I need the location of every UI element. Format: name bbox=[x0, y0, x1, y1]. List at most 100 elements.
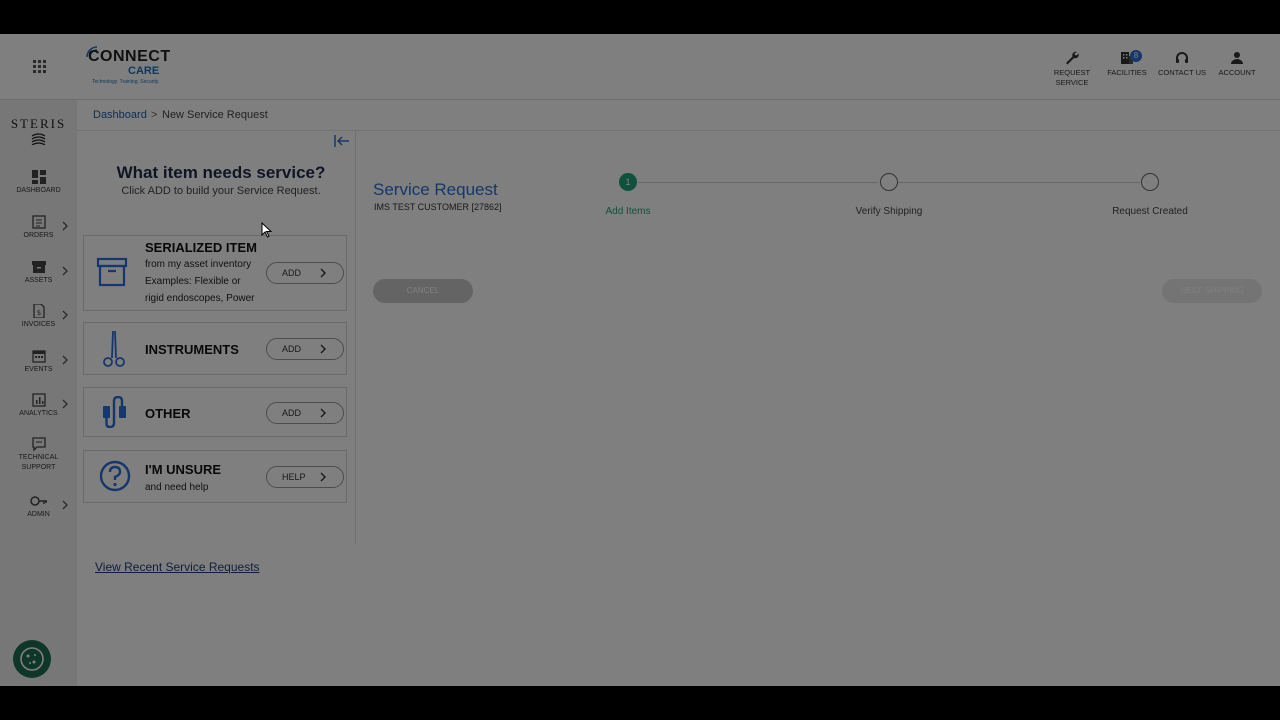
sidebar-item-label: EVENTS bbox=[24, 366, 53, 373]
wrench-icon bbox=[1066, 51, 1079, 65]
breadcrumb-current: New Service Request bbox=[162, 109, 268, 121]
apps-grid-icon[interactable] bbox=[33, 60, 47, 74]
sidebar-item-label: DASHBOARD bbox=[16, 187, 61, 194]
im-unsure-card[interactable]: I'M UNSURE and need help HELP bbox=[83, 450, 347, 503]
card-subtitle: and need help bbox=[145, 482, 209, 493]
person-icon bbox=[1231, 52, 1243, 64]
step-2-label: Verify Shipping bbox=[855, 206, 923, 217]
stepper-line bbox=[898, 182, 1140, 183]
add-other-button[interactable]: ADD bbox=[266, 402, 344, 424]
card-title: INSTRUMENTS bbox=[145, 342, 239, 357]
chevron-right-icon[interactable] bbox=[62, 266, 68, 276]
breadcrumb-dashboard-link[interactable]: Dashboard bbox=[93, 109, 147, 121]
card-title: OTHER bbox=[145, 406, 191, 421]
chevron-right-icon[interactable] bbox=[62, 310, 68, 320]
chevron-right-icon[interactable] bbox=[62, 500, 68, 510]
card-desc-line2: Examples: Flexible or bbox=[145, 276, 241, 287]
button-label: HELP bbox=[282, 472, 306, 482]
chevron-right-icon bbox=[320, 344, 326, 354]
sidebar-item-label: ADMIN bbox=[27, 511, 50, 518]
svg-text:$: $ bbox=[36, 309, 40, 317]
add-instruments-button[interactable]: ADD bbox=[266, 338, 344, 360]
header-account[interactable]: ACCOUNT bbox=[1212, 34, 1262, 99]
sidebar-item-label: INVOICES bbox=[21, 321, 56, 328]
chevron-right-icon bbox=[320, 268, 326, 278]
sidebar-item-analytics[interactable]: ANALYTICS bbox=[0, 393, 77, 419]
chevron-right-icon[interactable] bbox=[62, 399, 68, 409]
header-account-label: ACCOUNT bbox=[1218, 68, 1256, 77]
sidebar-item-label: TECHNICAL SUPPORT bbox=[18, 454, 59, 471]
collapse-panel-icon[interactable] bbox=[334, 134, 350, 148]
sidebar-item-events[interactable]: EVENTS bbox=[0, 349, 77, 375]
help-button[interactable]: HELP bbox=[266, 466, 344, 488]
sidebar-item-label: ANALYTICS bbox=[19, 410, 58, 417]
step-1-indicator: 1 bbox=[619, 173, 637, 191]
card-title: I'M UNSURE bbox=[145, 462, 222, 477]
top-header: CONNECT CARE Technology. Training. Secur… bbox=[0, 34, 1280, 100]
invoice-icon: $ bbox=[32, 304, 45, 318]
instruments-card[interactable]: INSTRUMENTS ADD bbox=[83, 322, 347, 375]
chevron-right-icon bbox=[320, 408, 326, 418]
sidebar-item-label: ORDERS bbox=[23, 232, 54, 239]
connect-care-logo[interactable]: CONNECT CARE Technology. Training. Secur… bbox=[86, 46, 176, 86]
item-selection-panel: What item needs service? Click ADD to bu… bbox=[77, 130, 356, 574]
sidebar-item-orders[interactable]: ORDERS bbox=[0, 215, 77, 241]
sidebar-item-label: ASSETS bbox=[24, 277, 53, 284]
sidebar-item-assets[interactable]: ASSETS bbox=[0, 260, 77, 286]
sidebar-item-admin[interactable]: ADMIN bbox=[0, 494, 77, 520]
orders-icon bbox=[31, 215, 46, 229]
logo-tagline: Technology. Training. Security. bbox=[92, 79, 160, 85]
chart-icon bbox=[31, 393, 46, 407]
card-desc-line1: from my asset inventory bbox=[145, 259, 252, 270]
question-icon bbox=[99, 460, 131, 492]
breadcrumb-separator: > bbox=[151, 109, 158, 121]
dashboard-icon bbox=[31, 170, 46, 184]
header-contact-us-label: CONTACT US bbox=[1157, 68, 1207, 77]
facilities-count-badge: 8 bbox=[1130, 50, 1142, 62]
card-desc-line3: rigid endoscopes, Power bbox=[145, 293, 255, 304]
view-recent-service-requests-link[interactable]: View Recent Service Requests bbox=[95, 560, 260, 574]
key-icon bbox=[29, 496, 47, 506]
cancel-button[interactable]: CANCEL bbox=[373, 279, 473, 303]
logo-text-care: CARE bbox=[128, 65, 160, 77]
chevron-right-icon[interactable] bbox=[62, 355, 68, 365]
scissors-icon bbox=[103, 330, 125, 367]
step-3-label: Request Created bbox=[1112, 206, 1188, 217]
sidebar: STERIS DASHBOARD ORDERS ASSETS $ INVOICE… bbox=[0, 100, 77, 686]
next-shipping-button[interactable]: NEXT: SHIPPING bbox=[1162, 279, 1262, 303]
header-request-service[interactable]: REQUEST SERVICE bbox=[1047, 34, 1097, 99]
serialized-item-card[interactable]: SERIALIZED ITEM from my asset inventory … bbox=[83, 235, 347, 311]
button-label: ADD bbox=[282, 344, 302, 354]
button-label: ADD bbox=[282, 268, 302, 278]
stepper-line bbox=[638, 182, 878, 183]
header-request-service-label: REQUEST SERVICE bbox=[1053, 68, 1091, 87]
cookie-settings-button[interactable] bbox=[13, 640, 51, 678]
service-request-title: Service Request bbox=[373, 180, 498, 199]
breadcrumb: Dashboard > New Service Request bbox=[77, 100, 1280, 131]
add-serialized-item-button[interactable]: ADD bbox=[266, 262, 344, 284]
logo-text-connect: CONNECT bbox=[88, 48, 171, 65]
sidebar-item-dashboard[interactable]: DASHBOARD bbox=[0, 170, 77, 196]
sidebar-item-technical-support[interactable]: TECHNICAL SUPPORT bbox=[0, 437, 77, 473]
panel-title: What item needs service? bbox=[116, 163, 326, 182]
button-label: ADD bbox=[282, 408, 302, 418]
panel-subtitle: Click ADD to build your Service Request. bbox=[121, 185, 321, 197]
mouse-cursor-icon bbox=[261, 222, 273, 238]
step-1-label: Add Items bbox=[605, 206, 651, 217]
card-title: SERIALIZED ITEM bbox=[145, 240, 257, 255]
steris-brand: STERIS bbox=[10, 116, 67, 131]
chevron-right-icon[interactable] bbox=[62, 221, 68, 231]
plug-icon bbox=[103, 396, 126, 428]
app-window: CONNECT CARE Technology. Training. Secur… bbox=[0, 34, 1280, 686]
customer-name: IMS TEST CUSTOMER [27862] bbox=[374, 202, 502, 212]
other-card[interactable]: OTHER ADD bbox=[83, 387, 347, 437]
cookie-icon bbox=[20, 647, 44, 671]
header-facilities[interactable]: 8 FACILITIES bbox=[1102, 34, 1152, 99]
box-icon bbox=[31, 261, 46, 273]
archive-box-icon bbox=[96, 257, 128, 287]
header-contact-us[interactable]: CONTACT US bbox=[1157, 34, 1207, 99]
step-2-indicator bbox=[880, 173, 898, 191]
sidebar-item-invoices[interactable]: $ INVOICES bbox=[0, 304, 77, 330]
chevron-right-icon bbox=[320, 472, 326, 482]
steris-logo-icon bbox=[31, 133, 46, 145]
